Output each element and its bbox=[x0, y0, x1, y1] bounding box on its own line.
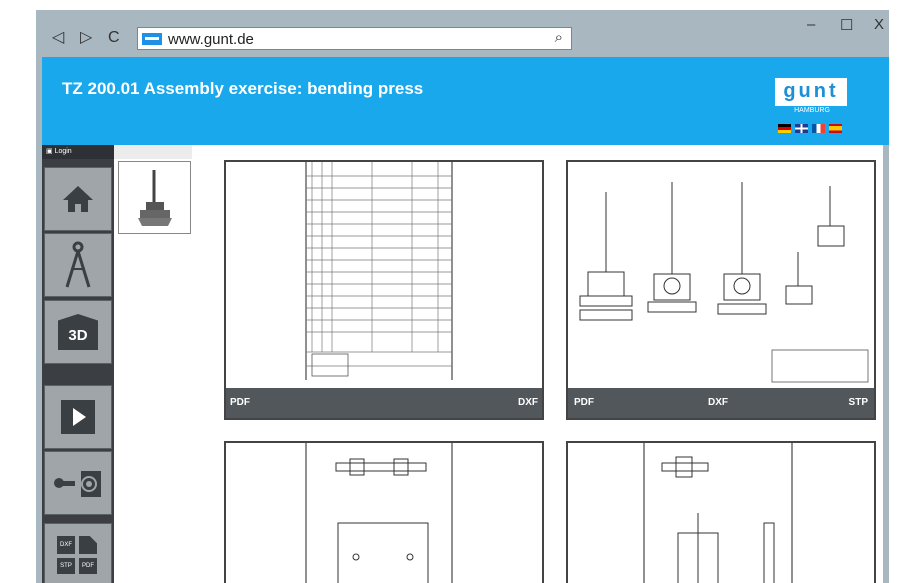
part-drawing-1 bbox=[305, 443, 453, 583]
sidebar-item-components[interactable] bbox=[44, 451, 112, 515]
assembly-drawing bbox=[579, 182, 869, 383]
page-title: TZ 200.01 Assembly exercise: bending pre… bbox=[62, 79, 424, 98]
sidebar-item-video[interactable] bbox=[44, 385, 112, 449]
card-footer: PDF DXF bbox=[226, 388, 542, 418]
drawing-card-assembly[interactable]: PDF DXF STP bbox=[566, 160, 876, 420]
dxf-format-label: DXF bbox=[57, 536, 75, 554]
play-icon bbox=[61, 400, 95, 434]
sidebar: ▣ Login 3D DXF STP PDF bbox=[42, 145, 114, 583]
sidebar-item-3d[interactable]: 3D bbox=[44, 300, 112, 364]
parts-panel-header bbox=[114, 145, 192, 159]
app-header: TZ 200.01 Assembly exercise: bending pre… bbox=[42, 57, 889, 145]
main-content: ▣ Login 3D DXF STP PDF PDF DXF PDF DXF S… bbox=[42, 145, 883, 583]
3d-icon: 3D bbox=[58, 314, 98, 350]
bending-press-icon bbox=[137, 169, 172, 226]
parts-panel bbox=[114, 145, 192, 583]
site-favicon bbox=[142, 33, 162, 45]
drawing-card-parts-list[interactable]: PDF DXF bbox=[224, 160, 544, 420]
address-bar[interactable]: www.gunt.de ⌕ bbox=[137, 27, 572, 50]
dxf-download-link[interactable]: DXF bbox=[518, 397, 538, 408]
dxf-download-link[interactable]: DXF bbox=[708, 397, 728, 408]
search-icon[interactable]: ⌕ bbox=[555, 29, 563, 46]
reload-icon[interactable]: C bbox=[108, 30, 120, 46]
part-drawing-2 bbox=[643, 443, 793, 583]
compass-icon bbox=[65, 241, 91, 288]
sidebar-item-downloads[interactable]: DXF STP PDF bbox=[44, 523, 112, 583]
flag-french-icon[interactable] bbox=[812, 124, 825, 133]
sidebar-item-drawings[interactable] bbox=[44, 233, 112, 297]
pdf-format-label: PDF bbox=[79, 558, 97, 574]
drawing-card-part-1[interactable] bbox=[224, 441, 544, 583]
card-footer: PDF DXF STP bbox=[568, 388, 874, 418]
stp-format-label: STP bbox=[57, 558, 75, 574]
drawing-card-part-2[interactable] bbox=[566, 441, 876, 583]
back-icon[interactable]: ◁ bbox=[52, 30, 64, 46]
minimize-button[interactable]: – bbox=[807, 16, 815, 33]
login-label: Login bbox=[54, 148, 72, 155]
logo-subtext: HAMBURG bbox=[794, 107, 830, 114]
logo-text: gunt bbox=[783, 80, 839, 102]
login-link[interactable]: ▣ Login bbox=[42, 145, 114, 159]
document-icon bbox=[79, 536, 97, 554]
gunt-logo[interactable]: gunt bbox=[775, 78, 847, 106]
flag-uk-icon[interactable] bbox=[795, 124, 808, 133]
sidebar-item-home[interactable] bbox=[44, 167, 112, 231]
maximize-button[interactable]: ☐ bbox=[840, 16, 853, 34]
pdf-download-link[interactable]: PDF bbox=[230, 397, 250, 408]
stp-download-link[interactable]: STP bbox=[849, 397, 868, 408]
bearing-icon bbox=[54, 471, 101, 497]
browser-window: ◁ ▷ C www.gunt.de ⌕ – ☐ X TZ 200.01 Asse… bbox=[36, 10, 889, 583]
file-formats-icon: DXF STP PDF bbox=[55, 534, 101, 576]
part-thumbnail[interactable] bbox=[118, 161, 191, 234]
address-text: www.gunt.de bbox=[168, 31, 254, 48]
forward-icon[interactable]: ▷ bbox=[80, 30, 92, 46]
language-flags bbox=[778, 120, 846, 138]
pdf-download-link[interactable]: PDF bbox=[574, 397, 594, 408]
flag-spanish-icon[interactable] bbox=[829, 124, 842, 133]
home-icon bbox=[63, 186, 93, 212]
3d-label: 3D bbox=[68, 326, 88, 344]
close-button[interactable]: X bbox=[874, 16, 884, 33]
parts-list-drawing bbox=[305, 162, 453, 380]
browser-toolbar: ◁ ▷ C www.gunt.de ⌕ – ☐ X bbox=[36, 10, 889, 57]
flag-german-icon[interactable] bbox=[778, 124, 791, 133]
